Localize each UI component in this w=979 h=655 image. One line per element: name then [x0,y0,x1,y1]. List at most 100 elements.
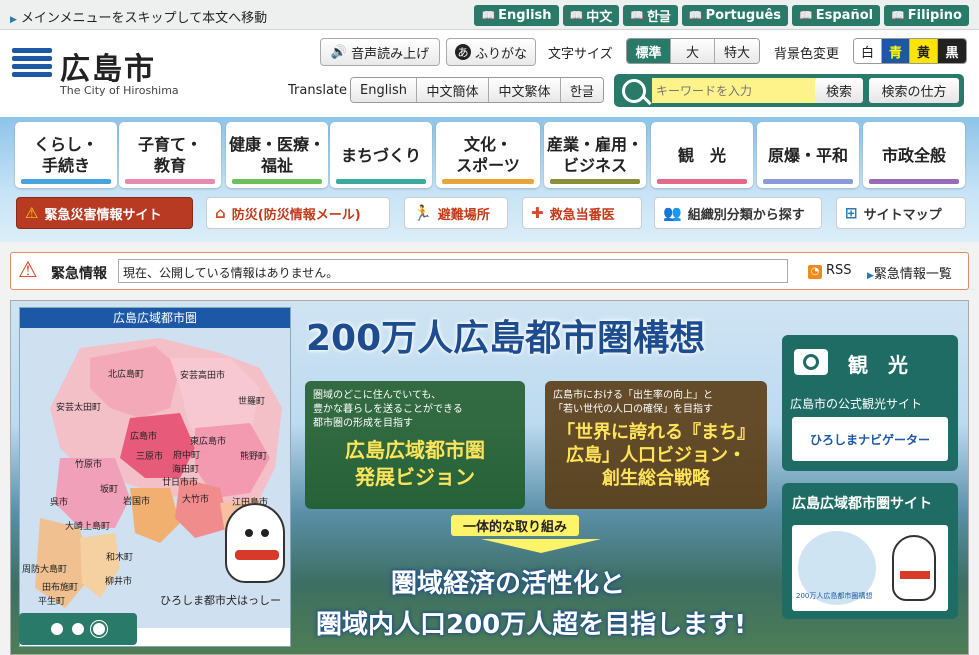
disaster-site-button[interactable]: ⚠ 緊急災害情報サイト [16,197,193,229]
bg-white[interactable]: 白 [854,39,882,63]
nav-color-bar [869,179,959,184]
bg-yellow[interactable]: 黄 [910,39,938,63]
site-title[interactable]: 広島市 [60,44,156,88]
city-logo-icon[interactable] [12,48,52,84]
tourism-panel[interactable]: 観 光 広島市の公式観光サイト ひろしまナビゲーター [782,335,958,471]
nav-item-label: 原爆・平和 [767,145,848,165]
nav-item-4[interactable]: まちづくり [330,122,432,188]
font-size-xlarge[interactable]: 特大 [715,39,759,63]
org-search-button[interactable]: 👥 組織別分類から探す [654,197,822,229]
warning-icon: ⚠ [18,258,38,283]
rss-link[interactable]: ◔ RSS [808,263,852,279]
nav-item-label: 市政全般 [881,145,946,165]
sitemap-icon: ⊞ [845,204,858,222]
bousai-mail-button[interactable]: ⌂ 防災(防災情報メール) [206,197,390,229]
translate-traditional[interactable]: 中文繁体 [489,78,561,102]
lang-chinese[interactable]: 📖 中文 [562,5,620,26]
down-arrow-icon [481,539,601,553]
nav-item-3[interactable]: 健康・医療・ 福祉 [226,122,328,188]
lang-korean[interactable]: 📖 한글 [623,5,678,26]
nav-item-label: 健康・医療・ 福祉 [228,135,325,175]
map-town-label: 府中町 [173,451,201,461]
nav-item-2[interactable]: 子育て・ 教育 [119,122,221,188]
skip-link[interactable]: ▶ メインメニューをスキップして本文へ移動 [10,7,267,26]
nav-item-1[interactable]: くらし・ 手続き [15,122,117,188]
font-size-standard[interactable]: 標準 [627,39,671,63]
region-site-label: 広島広域都市圏サイト [792,496,932,512]
map-town-label: 広島市 [130,432,158,442]
book-icon: 📖 [799,9,813,22]
tourism-label: 観 光 [848,353,908,377]
bg-blue[interactable]: 青 [882,39,910,63]
search-button[interactable]: 検索 [815,78,863,103]
map-town-label: 坂町 [100,485,119,495]
search-howto-button[interactable]: 検索の仕方 [869,78,959,103]
region-site-panel[interactable]: 広島広域都市圏サイト 200万人広島都市圏構想 [782,483,958,619]
running-person-icon: 🏃 [413,204,432,222]
region-badge[interactable]: 200万人広島都市圏構想 [792,525,948,611]
emergency-info-bar: ⚠ 緊急情報 現在、公開している情報はありません。 ◔ RSS ▶緊急情報一覧 [10,252,969,290]
nav-item-7[interactable]: 観 光 [651,122,753,188]
navigator-banner[interactable]: ひろしまナビゲーター [792,417,948,461]
nav-color-bar [125,179,215,184]
strategy-box: 広島市における「出生率の向上」と 「若い世代の人口の確保」を目指す 「世界に誇れ… [545,381,767,509]
nav-item-5[interactable]: 文化・ スポーツ [436,122,540,188]
bg-black[interactable]: 黒 [938,39,966,63]
map-town-label: 安芸太田町 [56,403,102,413]
map-town-label: 大竹市 [182,495,210,505]
warning-icon: ⚠ [25,204,39,222]
map-town-label: 安芸高田市 [180,371,226,381]
tourism-subtitle: 広島市の公式観光サイト [790,397,923,411]
translate-korean[interactable]: 한글 [561,78,603,102]
book-icon: 📖 [630,9,644,22]
rss-icon: ◔ [808,265,822,279]
nav-color-bar [550,179,640,184]
lang-portuguese[interactable]: 📖 Português [681,5,789,26]
nav-item-9[interactable]: 市政全般 [863,122,965,188]
font-size-large[interactable]: 大 [671,39,715,63]
carousel-dot-1[interactable] [51,623,63,635]
nav-color-bar [442,179,534,184]
nav-item-label: 文化・ スポーツ [456,135,520,175]
emergency-list-link[interactable]: ▶緊急情報一覧 [867,263,952,282]
lang-spanish[interactable]: 📖 Español [792,5,881,26]
bg-color-label: 背景色変更 [774,47,840,62]
search-input[interactable] [652,78,827,103]
carousel-dot-3[interactable] [93,623,105,635]
map-town-label: 和木町 [106,553,134,563]
furigana-button[interactable]: あふりがな [446,38,536,66]
map-town-label: 東広島市 [190,437,227,447]
book-icon: 📖 [688,9,703,22]
region-badge-text: 200万人広島都市圏構想 [796,592,873,600]
book-icon: 📖 [891,9,905,22]
map-town-label: 熊野町 [240,452,268,462]
book-icon: 📖 [569,9,584,22]
lang-filipino[interactable]: 📖 Filipino [884,5,969,26]
vision-box: 圏域のどこに住んでいても、 豊かな暮らしを送ることができる 都市圏の形成を目指す… [305,381,525,509]
translate-english[interactable]: English [351,78,417,102]
vision-note: 圏域のどこに住んでいても、 豊かな暮らしを送ることができる 都市圏の形成を目指す [313,390,463,429]
nav-color-bar [21,179,111,184]
map-town-label: 周防大島町 [22,565,68,575]
map-town-label: 竹原市 [75,460,103,470]
shelter-button[interactable]: 🏃 避難場所 [404,197,508,229]
mascot-icon [892,535,936,601]
translate-simplified[interactable]: 中文簡体 [417,78,489,102]
font-size-group: 標準 大 特大 [626,38,760,64]
lang-english[interactable]: 📖 English [474,5,559,26]
emergency-doctor-button[interactable]: ✚ 救急当番医 [522,197,642,229]
nav-item-8[interactable]: 原爆・平和 [757,122,859,188]
translate-group: English 中文簡体 中文繁体 한글 [350,77,604,103]
map-caption: ひろしま都市犬はっしー [160,594,281,607]
furigana-icon: あ [454,44,471,60]
nav-item-6[interactable]: 産業・雇用・ ビジネス [544,122,646,188]
search-bar: 検索 検索の仕方 [614,74,964,107]
camera-icon [794,349,828,375]
carousel-dot-2[interactable] [72,623,84,635]
sitemap-button[interactable]: ⊞ サイトマップ [836,197,966,229]
nav-item-label: 観 光 [677,145,726,165]
strategy-note: 広島市における「出生率の向上」と 「若い世代の人口の確保」を目指す [553,390,713,415]
nav-color-bar [657,179,747,184]
main-banner[interactable]: 広島広域都市圏 北広島町 安芸高田市 安芸太田町 世羅町 広島市 東広島市 三原市 府中町 海田… [10,300,969,655]
read-aloud-button[interactable]: 🔊 音声読み上げ [320,38,440,66]
